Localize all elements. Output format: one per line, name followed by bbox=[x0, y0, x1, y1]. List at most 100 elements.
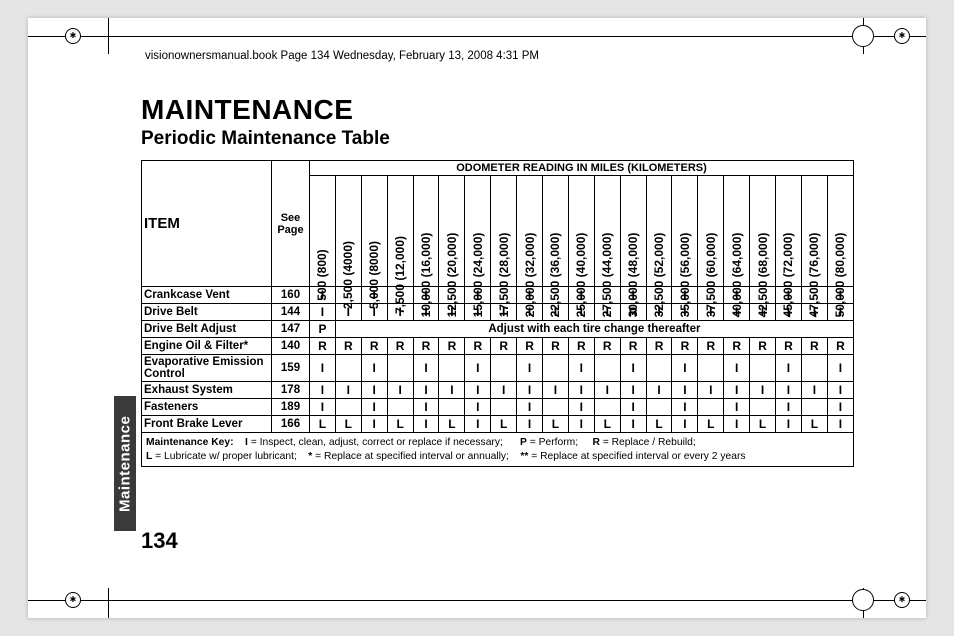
cell-value: I bbox=[698, 382, 724, 399]
cell-value bbox=[698, 399, 724, 416]
cell-value: I bbox=[310, 355, 336, 382]
cell-adjust-note: Adjust with each tire change thereafter bbox=[335, 321, 853, 338]
cell-value bbox=[750, 355, 776, 382]
cell-value: I bbox=[310, 382, 336, 399]
cell-value bbox=[491, 399, 517, 416]
cell-value: R bbox=[335, 338, 361, 355]
col-mileage: 25,000 (40,000) bbox=[568, 176, 594, 287]
col-mileage: 500 (800) bbox=[310, 176, 336, 287]
cell-value: L bbox=[646, 416, 672, 433]
cell-value: R bbox=[517, 338, 543, 355]
col-mileage: 12,500 (20,000) bbox=[439, 176, 465, 287]
row-item-name: Exhaust System bbox=[142, 382, 272, 399]
col-mileage: 2,500 (4000) bbox=[335, 176, 361, 287]
cell-value: I bbox=[387, 382, 413, 399]
cell-value: R bbox=[594, 338, 620, 355]
cell-value: L bbox=[491, 416, 517, 433]
cell-value: I bbox=[517, 355, 543, 382]
col-mileage: 32,500 (52,000) bbox=[646, 176, 672, 287]
cell-value: I bbox=[620, 399, 646, 416]
cell-value: I bbox=[413, 416, 439, 433]
row-page: 189 bbox=[272, 399, 310, 416]
cell-value: L bbox=[543, 416, 569, 433]
crop-mark-icon bbox=[894, 592, 910, 608]
cell-value: I bbox=[620, 382, 646, 399]
cell-value: I bbox=[361, 399, 387, 416]
cell-value bbox=[801, 399, 827, 416]
page-subtitle: Periodic Maintenance Table bbox=[141, 128, 861, 150]
maintenance-key-row: Maintenance Key: I = Inspect, clean, adj… bbox=[142, 433, 854, 467]
cell-value: I bbox=[543, 382, 569, 399]
table-row: Evaporative Emission Control159IIIIIIIII… bbox=[142, 355, 854, 382]
cell-value: R bbox=[620, 338, 646, 355]
cell-value: L bbox=[594, 416, 620, 433]
cell-value: I bbox=[361, 355, 387, 382]
cell-value: L bbox=[439, 416, 465, 433]
cell-value: I bbox=[620, 355, 646, 382]
row-item-name: Front Brake Lever bbox=[142, 416, 272, 433]
cell-value: I bbox=[827, 355, 853, 382]
cell-value bbox=[439, 399, 465, 416]
cell-value: I bbox=[568, 355, 594, 382]
cell-value: I bbox=[361, 382, 387, 399]
cell-value: I bbox=[776, 399, 802, 416]
cell-value: I bbox=[724, 355, 750, 382]
col-mileage: 45,000 (72,000) bbox=[776, 176, 802, 287]
cell-value bbox=[543, 399, 569, 416]
col-mileage: 17,500 (28,000) bbox=[491, 176, 517, 287]
cell-value: I bbox=[827, 382, 853, 399]
page-number: 134 bbox=[141, 528, 178, 554]
col-mileage: 7,500 (12,000) bbox=[387, 176, 413, 287]
cell-value: L bbox=[801, 416, 827, 433]
cell-value: L bbox=[698, 416, 724, 433]
cell-value: R bbox=[776, 338, 802, 355]
col-mileage: 27,500 (44,000) bbox=[594, 176, 620, 287]
cell-value: R bbox=[646, 338, 672, 355]
row-page: 140 bbox=[272, 338, 310, 355]
cell-value: I bbox=[594, 382, 620, 399]
cell-value: I bbox=[724, 399, 750, 416]
cell-value bbox=[335, 355, 361, 382]
row-page: 144 bbox=[272, 304, 310, 321]
cell-value: L bbox=[335, 416, 361, 433]
cell-value: L bbox=[310, 416, 336, 433]
crop-mark-icon bbox=[65, 28, 81, 44]
cell-value: P bbox=[310, 321, 336, 338]
cell-value: I bbox=[335, 382, 361, 399]
cell-value: I bbox=[439, 382, 465, 399]
cell-value: I bbox=[827, 399, 853, 416]
cell-value: I bbox=[413, 355, 439, 382]
col-mileage: 42,500 (68,000) bbox=[750, 176, 776, 287]
cell-value bbox=[646, 399, 672, 416]
row-item-name: Evaporative Emission Control bbox=[142, 355, 272, 382]
row-page: 159 bbox=[272, 355, 310, 382]
cell-value: I bbox=[827, 416, 853, 433]
row-page: 178 bbox=[272, 382, 310, 399]
cell-value: I bbox=[310, 304, 336, 321]
table-row: Fasteners189IIIIIIIIIII bbox=[142, 399, 854, 416]
col-mileage: 30,000 (48,000) bbox=[620, 176, 646, 287]
row-page: 147 bbox=[272, 321, 310, 338]
cell-value: I bbox=[517, 399, 543, 416]
doc-meta-header: visionownersmanual.book Page 134 Wednesd… bbox=[145, 50, 539, 62]
cell-value: R bbox=[543, 338, 569, 355]
col-mileage: 47,500 (76,000) bbox=[801, 176, 827, 287]
cell-value: I bbox=[310, 399, 336, 416]
cell-value: R bbox=[827, 338, 853, 355]
cell-value: I bbox=[672, 416, 698, 433]
crop-mark-icon bbox=[894, 28, 910, 44]
col-mileage: 20,000 (32,000) bbox=[517, 176, 543, 287]
crop-mark-icon bbox=[852, 589, 874, 611]
cell-value: I bbox=[465, 416, 491, 433]
cell-value: I bbox=[724, 382, 750, 399]
cell-value bbox=[491, 355, 517, 382]
cell-value: I bbox=[672, 355, 698, 382]
row-item-name: Fasteners bbox=[142, 399, 272, 416]
cell-value: R bbox=[698, 338, 724, 355]
cell-value: I bbox=[801, 382, 827, 399]
cell-value: R bbox=[465, 338, 491, 355]
col-mileage: 35,000 (56,000) bbox=[672, 176, 698, 287]
cell-value bbox=[646, 355, 672, 382]
cell-value: I bbox=[672, 399, 698, 416]
col-mileage: 40,000 (64,000) bbox=[724, 176, 750, 287]
